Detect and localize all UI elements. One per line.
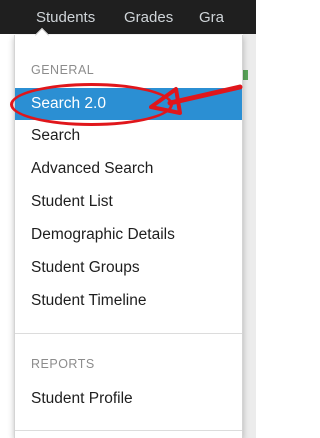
- menu-item-student-timeline[interactable]: Student Timeline: [15, 285, 242, 317]
- highlight-ellipse-annotation: [10, 83, 173, 126]
- nav-gradebook-truncated[interactable]: Gra: [199, 9, 224, 26]
- menu-item-student-profile[interactable]: Student Profile: [15, 383, 242, 415]
- page-background-right: [243, 34, 256, 438]
- menu-item-search[interactable]: Search: [15, 120, 242, 152]
- top-navbar: Students Grades Gra: [0, 0, 256, 34]
- menu-item-advanced-search[interactable]: Advanced Search: [15, 153, 242, 185]
- menu-item-student-groups[interactable]: Student Groups: [15, 252, 242, 284]
- page-accent-mark: [243, 70, 248, 80]
- menu-divider: [15, 333, 242, 334]
- nav-students[interactable]: Students: [36, 9, 95, 26]
- menu-divider-bottom: [15, 430, 242, 431]
- page-background-left: [0, 34, 14, 438]
- menu-item-student-list[interactable]: Student List: [15, 186, 242, 218]
- section-header-reports: REPORTS: [31, 357, 95, 371]
- nav-grades[interactable]: Grades: [124, 9, 173, 26]
- section-header-general: GENERAL: [31, 63, 95, 77]
- menu-item-demographic-details[interactable]: Demographic Details: [15, 219, 242, 251]
